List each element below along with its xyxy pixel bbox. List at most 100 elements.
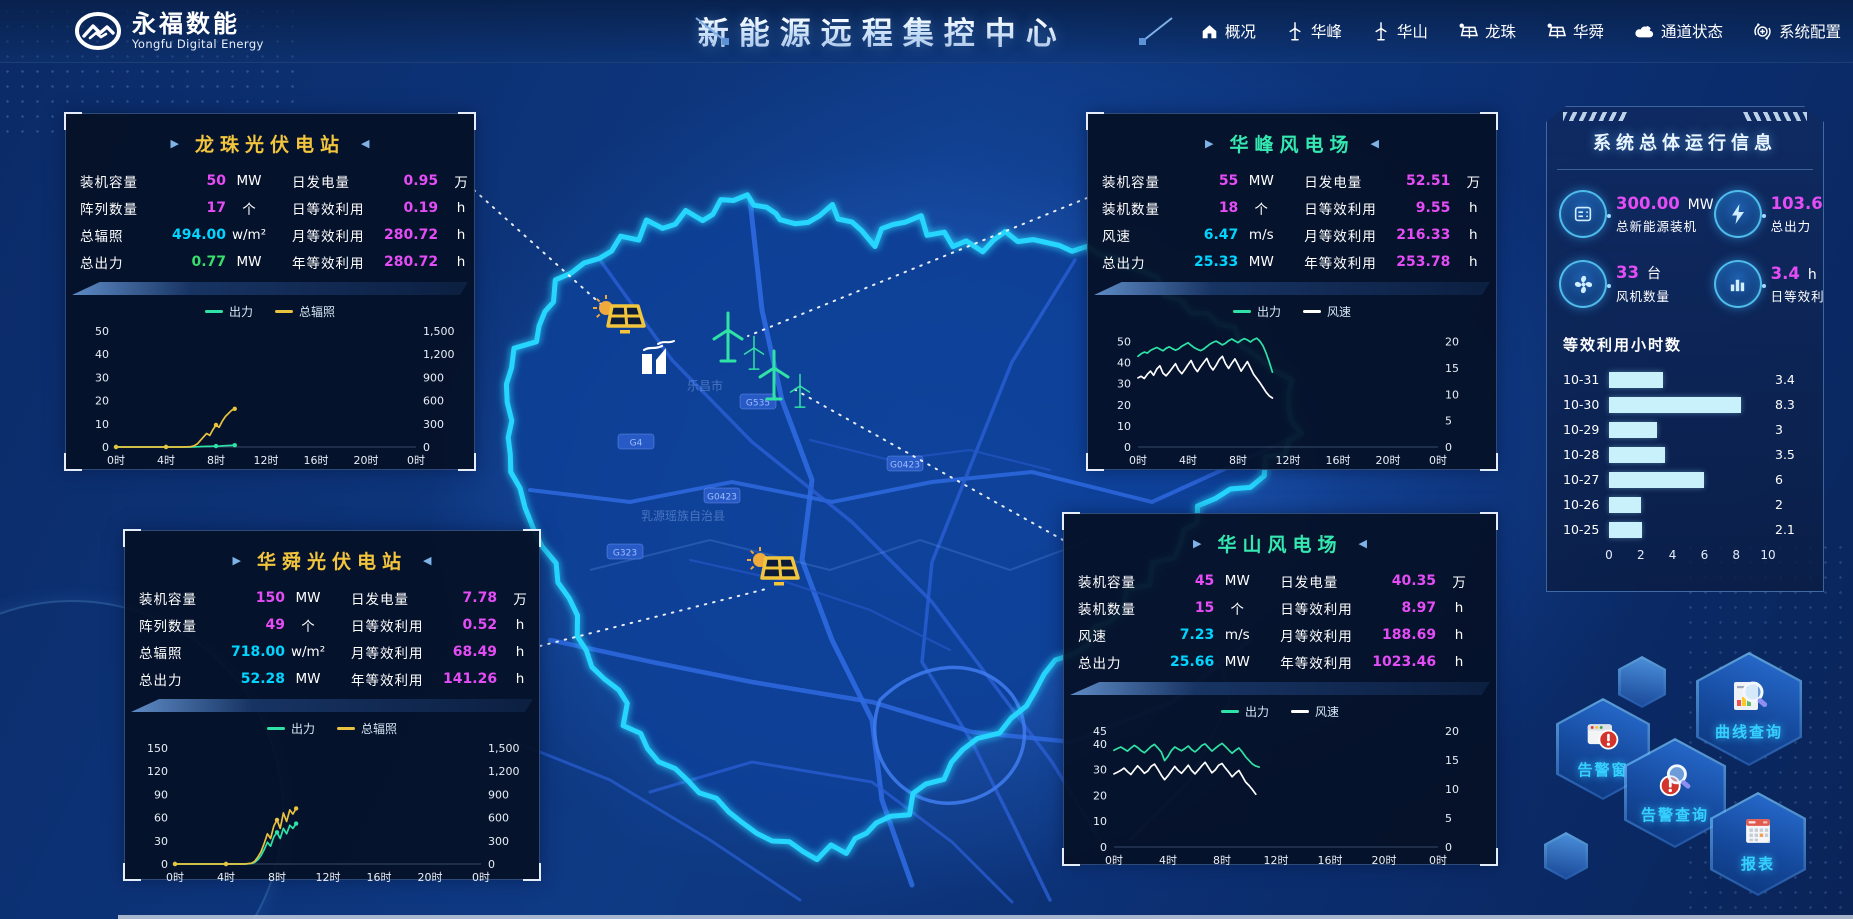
- stat-label: 装机容量: [139, 588, 231, 608]
- stat-unit: h: [1436, 600, 1482, 616]
- stat-value: 49: [231, 617, 285, 633]
- legend-item: 出力: [1221, 703, 1269, 719]
- svg-text:20时: 20时: [1376, 454, 1401, 467]
- bar-category-label: 10-30: [1563, 397, 1609, 412]
- huashun-day-curve-chart: 030609012015003006009001,2001,5000时4时8时1…: [133, 738, 531, 886]
- panel-huashan-wind-farm: ▶华山风电场◀装机容量45MW装机数量15个风速7.23m/s总出力25.66M…: [1063, 513, 1497, 865]
- bar-row-10-29: 10-293: [1563, 417, 1809, 442]
- panel-huashun-pv-station: ▶华舜光伏电站◀装机容量150MW阵列数量49个总辐照718.00w/m²总出力…: [124, 530, 540, 880]
- tile-unit: 台: [1647, 263, 1661, 283]
- legend-label: 总辐照: [361, 720, 397, 737]
- panel-ribbon: [1094, 282, 1490, 295]
- svg-text:8时: 8时: [268, 871, 286, 884]
- legend-item: 出力: [205, 303, 253, 319]
- tile-value-row: 3.4h: [1771, 264, 1839, 283]
- nav-item-通道状态[interactable]: 通道状态: [1634, 20, 1723, 42]
- stat-row: 年等效利用1023.46h: [1280, 651, 1482, 672]
- stat-unit: w/m²: [285, 644, 331, 660]
- corner-bracket: [1480, 848, 1498, 866]
- panel-title: 龙珠光伏电站: [195, 130, 345, 157]
- summary-tile-风机数量: 33 台风机数量: [1559, 260, 1714, 308]
- svg-text:0时: 0时: [1129, 454, 1147, 467]
- corner-bracket: [1480, 453, 1498, 471]
- stats-right-column: 日发电量7.78万日等效利用0.52h月等效利用68.49h年等效利用141.2…: [351, 587, 543, 689]
- bar-axis-tick: 8: [1732, 548, 1740, 562]
- tile-value: 33: [1616, 263, 1639, 282]
- bar-value-label: 6: [1775, 472, 1809, 487]
- tile-label: 风机数量: [1616, 286, 1670, 305]
- tile-text: 300.00MW总新能源装机: [1616, 194, 1714, 235]
- stat-value: 52.28: [231, 671, 285, 687]
- stat-value: 7.23: [1170, 627, 1214, 643]
- svg-text:30: 30: [154, 835, 168, 848]
- stat-label: 月等效利用: [292, 225, 384, 245]
- home-icon: [1201, 23, 1218, 40]
- stat-unit: 个: [226, 198, 272, 218]
- road-label-G535: G535: [740, 394, 776, 409]
- stat-row: 总辐照718.00w/m²: [139, 641, 331, 662]
- svg-text:15: 15: [1445, 362, 1459, 375]
- stat-label: 日发电量: [351, 588, 443, 608]
- stat-value: 0.95: [384, 173, 438, 189]
- logo-title: 永福数能: [132, 12, 264, 37]
- chart-legend: 出力 风速: [1088, 303, 1496, 319]
- nav-item-华舜[interactable]: 华舜: [1546, 20, 1604, 42]
- stat-unit: h: [1436, 627, 1482, 643]
- svg-text:G323: G323: [613, 549, 637, 559]
- legend-item: 出力: [1233, 303, 1281, 319]
- right-arrow-icon: ▶: [1193, 537, 1201, 550]
- stat-unit: h: [438, 254, 484, 270]
- svg-text:0: 0: [1445, 841, 1452, 854]
- stat-label: 阵列数量: [80, 198, 172, 218]
- tile-text: 103.68MW总出力: [1771, 194, 1853, 235]
- corner-bracket: [123, 863, 141, 881]
- bar-fill: [1609, 422, 1657, 438]
- panel-title: 华舜光伏电站: [257, 547, 407, 574]
- legend-item: 风速: [1303, 303, 1351, 319]
- corner-bracket: [64, 112, 82, 130]
- svg-text:50: 50: [95, 325, 109, 338]
- svg-text:30: 30: [95, 371, 109, 384]
- tile-unit: MW: [1842, 197, 1853, 213]
- stat-label: 装机容量: [80, 171, 172, 191]
- report-button[interactable]: 报表: [1710, 792, 1806, 896]
- stat-label: 日发电量: [1304, 171, 1396, 191]
- nav-item-系统配置[interactable]: 系统配置: [1753, 20, 1841, 42]
- summary-tiles: 300.00MW总新能源装机103.68MW总出力33台风机数量3.4h日等效利…: [1547, 170, 1823, 308]
- stat-value: 18: [1194, 200, 1238, 216]
- stat-row: 年等效利用280.72h: [292, 251, 484, 272]
- tile-value: 300.00: [1616, 194, 1680, 213]
- stats-right-column: 日发电量0.95万日等效利用0.19h月等效利用280.72h年等效利用280.…: [292, 170, 484, 272]
- bar-row-10-30: 10-308.3: [1563, 392, 1809, 417]
- bar-track: [1609, 397, 1768, 413]
- tile-label: 日等效利用: [1771, 286, 1839, 305]
- bar-fill: [1609, 497, 1641, 513]
- svg-text:45: 45: [1093, 725, 1107, 738]
- stat-row: 年等效利用253.78h: [1304, 251, 1496, 272]
- tile-label: 总出力: [1771, 216, 1853, 235]
- svg-text:0时: 0时: [407, 454, 425, 467]
- stat-value: 9.55: [1396, 200, 1450, 216]
- stat-unit: 万: [497, 588, 543, 608]
- bar-category-label: 10-26: [1563, 497, 1609, 512]
- right-arrow-icon: ▶: [233, 554, 241, 567]
- stat-label: 总辐照: [80, 225, 172, 245]
- svg-text:16时: 16时: [367, 871, 392, 884]
- nav-item-华峰[interactable]: 华峰: [1286, 20, 1342, 42]
- bar-value-label: 2: [1775, 497, 1809, 512]
- stat-unit: m/s: [1238, 227, 1284, 243]
- stat-row: 风速7.23m/s: [1078, 624, 1260, 645]
- stat-unit: 万: [438, 171, 484, 191]
- corner-bracket: [1480, 112, 1498, 130]
- stat-value: 40.35: [1372, 573, 1436, 589]
- nav-item-label: 华山: [1397, 20, 1428, 42]
- stat-unit: MW: [226, 254, 272, 270]
- stat-unit: w/m²: [226, 227, 272, 243]
- stat-unit: h: [1450, 227, 1496, 243]
- stat-row: 装机容量150MW: [139, 587, 331, 608]
- svg-text:1,500: 1,500: [423, 325, 455, 338]
- nav-item-概况[interactable]: 概况: [1201, 20, 1256, 42]
- bar-chart-icon: [1714, 260, 1762, 308]
- nav-item-华山[interactable]: 华山: [1372, 20, 1428, 42]
- nav-item-龙珠[interactable]: 龙珠: [1458, 20, 1516, 42]
